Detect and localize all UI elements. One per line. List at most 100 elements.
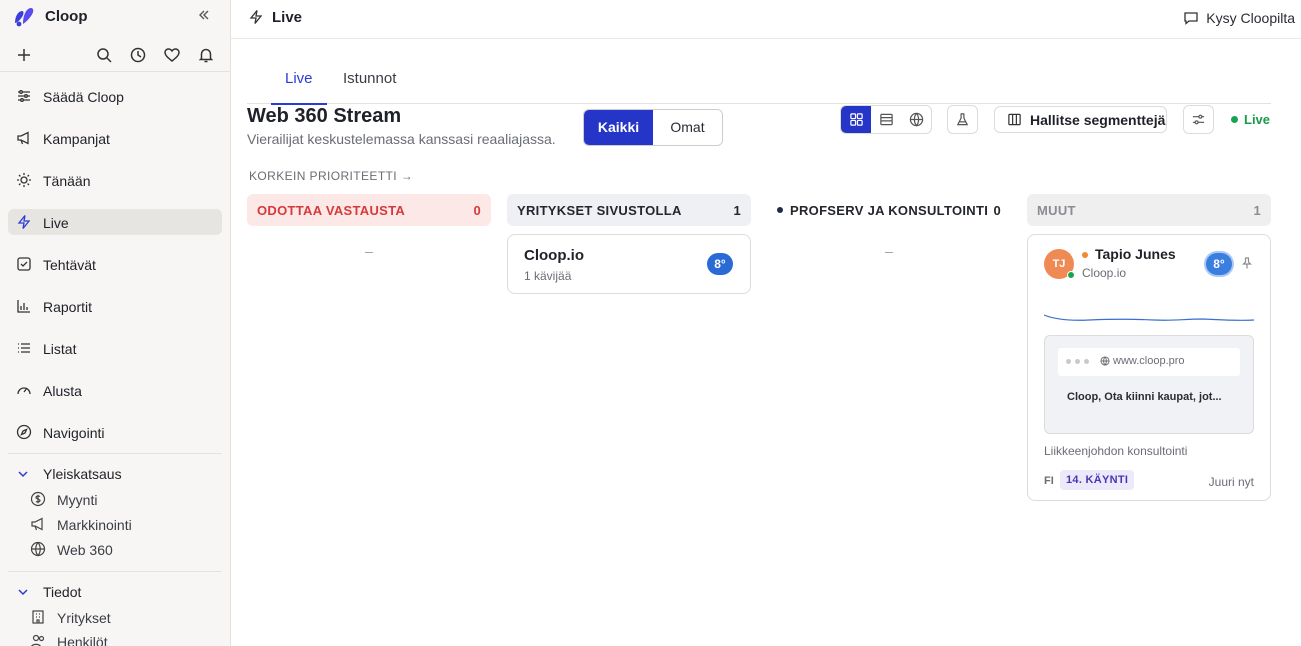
- sidebar-group-label: Tiedot: [43, 584, 82, 600]
- chat-icon: [1184, 12, 1198, 25]
- sidebar-item-label: Kampanjat: [43, 131, 110, 147]
- column-title: PROFSERV JA KONSULTOINTI: [790, 202, 989, 218]
- company-card[interactable]: Cloop.io 1 kävijää 8°: [507, 234, 751, 294]
- online-status-icon: [1067, 271, 1075, 279]
- column-count: 1: [1253, 202, 1261, 218]
- megaphone-icon: [17, 131, 29, 145]
- visitor-card[interactable]: TJ Tapio Junes Cloop.io 8° www.cloop.pro…: [1027, 234, 1271, 501]
- bar-chart-icon: [17, 300, 30, 313]
- preview-url: www.cloop.pro: [1100, 355, 1185, 367]
- sidebar-item-kampanjat[interactable]: Kampanjat: [8, 125, 222, 151]
- sliders-icon: [18, 90, 30, 102]
- sidebar-subitem-label: Web 360: [57, 542, 113, 558]
- sidebar-subitem-web-360[interactable]: Web 360: [30, 539, 210, 559]
- globe-icon: [909, 112, 923, 127]
- column-title: ODOTTAA VASTAUSTA: [257, 202, 406, 218]
- board-view-button[interactable]: [841, 106, 871, 133]
- ask-cloop-label: Kysy Cloopilta: [1206, 10, 1295, 26]
- experiment-button[interactable]: [947, 105, 978, 134]
- column-header-odottaa-vastausta[interactable]: ODOTTAA VASTAUSTA 0: [247, 194, 491, 226]
- sun-icon: [17, 173, 31, 187]
- bolt-icon: [249, 10, 263, 24]
- search-icon[interactable]: [95, 46, 113, 64]
- filter-all-button[interactable]: Kaikki: [584, 110, 653, 145]
- pin-icon[interactable]: [1240, 256, 1254, 270]
- ask-cloop-button[interactable]: Kysy Cloopilta: [1183, 9, 1295, 27]
- sidebar-item-label: Navigointi: [43, 425, 105, 441]
- sidebar-subitem-yritykset[interactable]: Yritykset: [30, 607, 210, 627]
- window-dots-icon: [1066, 359, 1089, 364]
- sidebar-group-label: Yleiskatsaus: [43, 466, 122, 482]
- visitor-industry: Liikkeenjohdon konsultointi: [1044, 444, 1188, 458]
- bell-icon[interactable]: [197, 46, 215, 64]
- chevron-down-icon[interactable]: [17, 586, 29, 598]
- compass-icon: [16, 424, 32, 440]
- bolt-icon: [17, 215, 31, 229]
- sidebar-item-listat[interactable]: Listat: [8, 335, 222, 361]
- sidebar-subitem-label: Markkinointi: [57, 517, 132, 533]
- priority-dot-icon: [1082, 252, 1088, 258]
- view-switcher: [840, 105, 932, 134]
- sidebar-subitem-henkilot[interactable]: Henkilöt: [30, 631, 210, 646]
- tab-istunnot[interactable]: Istunnot: [343, 70, 396, 104]
- tab-live[interactable]: Live: [271, 70, 326, 105]
- checkbox-icon: [17, 257, 31, 271]
- plus-icon[interactable]: [15, 46, 33, 64]
- cloop-logo-icon[interactable]: [12, 5, 36, 27]
- company-name: Cloop.io: [524, 247, 584, 264]
- column-header-muut[interactable]: MUUT 1: [1027, 194, 1271, 226]
- sliders-icon: [1192, 114, 1205, 125]
- sidebar-subitem-markkinointi[interactable]: Markkinointi: [30, 514, 210, 534]
- chevron-down-icon[interactable]: [17, 468, 29, 480]
- stream-title: Web 360 Stream: [247, 105, 402, 127]
- gauge-icon: [17, 387, 31, 395]
- globe-icon: [30, 541, 46, 557]
- column-header-yritykset-sivustolla[interactable]: YRITYKSET SIVUSTOLLA 1: [507, 194, 751, 226]
- sidebar-item-tehtavat[interactable]: Tehtävät: [8, 251, 222, 277]
- column-empty-placeholder: –: [885, 243, 893, 259]
- globe-icon: [1100, 356, 1110, 366]
- manage-segments-button[interactable]: Hallitse segmenttejä: [994, 106, 1167, 133]
- sidebar-item-alusta[interactable]: Alusta: [8, 377, 222, 403]
- page-preview[interactable]: www.cloop.pro Cloop, Ota kiinni kaupat, …: [1044, 335, 1254, 434]
- collapse-sidebar-icon[interactable]: [196, 7, 212, 23]
- sidebar-subitem-myynti[interactable]: Myynti: [30, 489, 210, 509]
- score-badge: 8°: [707, 253, 733, 275]
- live-indicator-label: Live: [1244, 112, 1271, 127]
- visitor-company: Cloop.io: [1082, 266, 1127, 280]
- sidebar-item-label: Tänään: [43, 173, 91, 189]
- app-name: Cloop: [45, 8, 88, 25]
- owner-filter-toggle: Kaikki Omat: [583, 109, 723, 146]
- sidebar-item-navigointi[interactable]: Navigointi: [8, 419, 222, 445]
- sidebar-item-label: Raportit: [43, 299, 93, 315]
- company-visitors: 1 kävijää: [524, 269, 572, 283]
- preview-url-bar: www.cloop.pro: [1058, 348, 1240, 376]
- sidebar-subitem-label: Yritykset: [57, 610, 111, 626]
- sidebar-item-tanaan[interactable]: Tänään: [8, 167, 222, 193]
- sidebar-subitem-label: Myynti: [57, 492, 98, 508]
- priority-label: KORKEIN PRIORITEETTI →: [249, 169, 414, 183]
- column-header-profserv[interactable]: PROFSERV JA KONSULTOINTI 0: [767, 194, 1011, 226]
- filter-own-button[interactable]: Omat: [653, 110, 722, 145]
- column-title: MUUT: [1037, 202, 1076, 218]
- sidebar-item-raportit[interactable]: Raportit: [8, 293, 222, 319]
- sidebar-item-saada-cloop[interactable]: Säädä Cloop: [8, 83, 222, 109]
- table-icon: [879, 113, 893, 126]
- manage-segments-label: Hallitse segmenttejä: [1030, 111, 1166, 128]
- column-count: 0: [993, 202, 1001, 218]
- grid-icon: [849, 113, 863, 126]
- column-count: 0: [473, 202, 481, 218]
- column-empty-placeholder: –: [365, 243, 373, 259]
- visitor-name: Tapio Junes: [1095, 246, 1176, 262]
- building-icon: [32, 610, 44, 624]
- globe-view-button[interactable]: [901, 106, 931, 133]
- sidebar-item-live[interactable]: Live: [8, 209, 222, 235]
- table-view-button[interactable]: [871, 106, 901, 133]
- heart-icon[interactable]: [163, 46, 181, 64]
- column-title-wrap: PROFSERV JA KONSULTOINTI: [777, 203, 988, 218]
- settings-button[interactable]: [1183, 105, 1214, 134]
- clock-icon[interactable]: [129, 46, 147, 64]
- sidebar-divider: [8, 453, 222, 454]
- sidebar-item-label: Säädä Cloop: [43, 89, 124, 105]
- sidebar-item-label: Live: [43, 215, 69, 231]
